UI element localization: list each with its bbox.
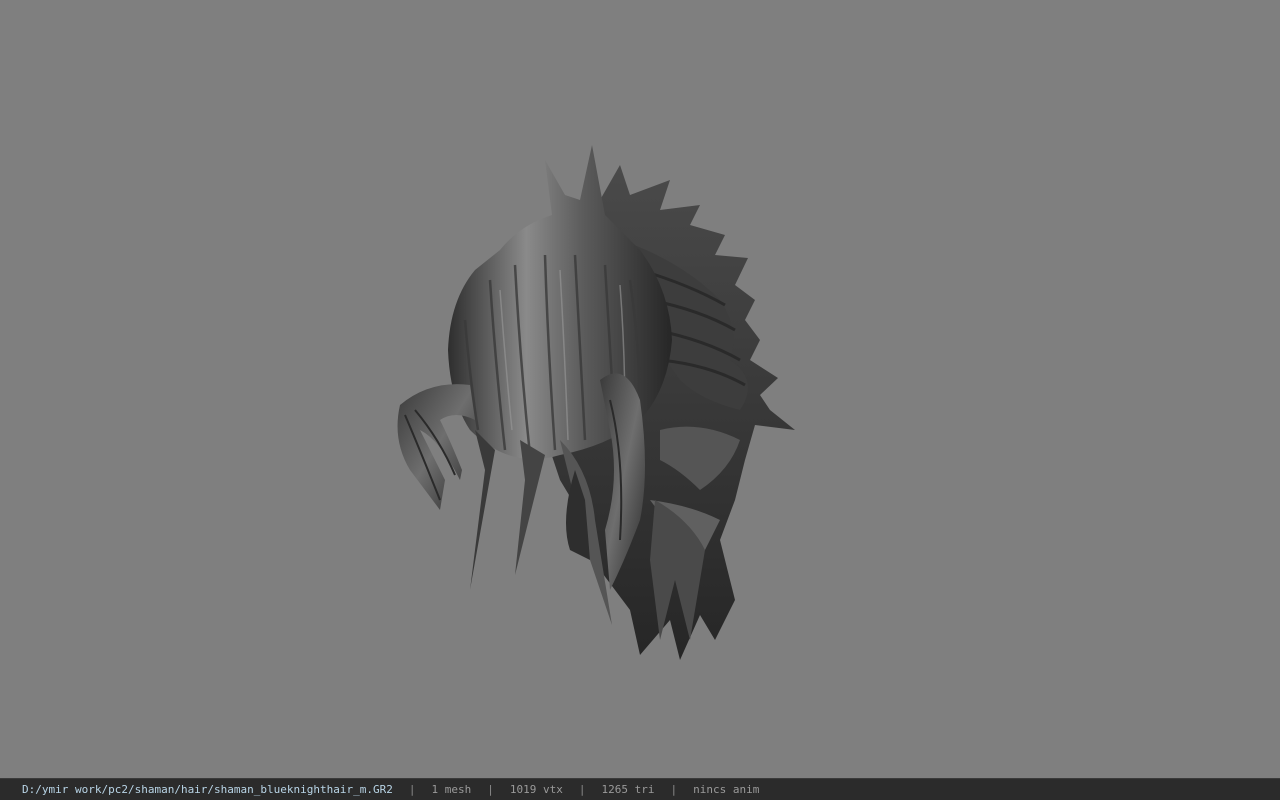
separator: |	[670, 783, 678, 796]
separator: |	[408, 783, 416, 796]
hair-model-render	[397, 145, 795, 660]
status-bar: D:/ymir work/pc2/shaman/hair/shaman_blue…	[0, 778, 1280, 800]
triangle-count-label: 1265 tri	[601, 783, 655, 796]
file-path-label: D:/ymir work/pc2/shaman/hair/shaman_blue…	[22, 783, 393, 796]
separator: |	[487, 783, 494, 796]
hair-left-strand	[397, 384, 475, 510]
3d-viewport[interactable]	[0, 0, 1280, 778]
mesh-count-label: 1 mesh	[431, 783, 472, 796]
vertex-count-label: 1019 vtx	[509, 783, 563, 796]
animation-info-label: nincs anim	[693, 783, 760, 796]
separator: |	[578, 783, 586, 796]
